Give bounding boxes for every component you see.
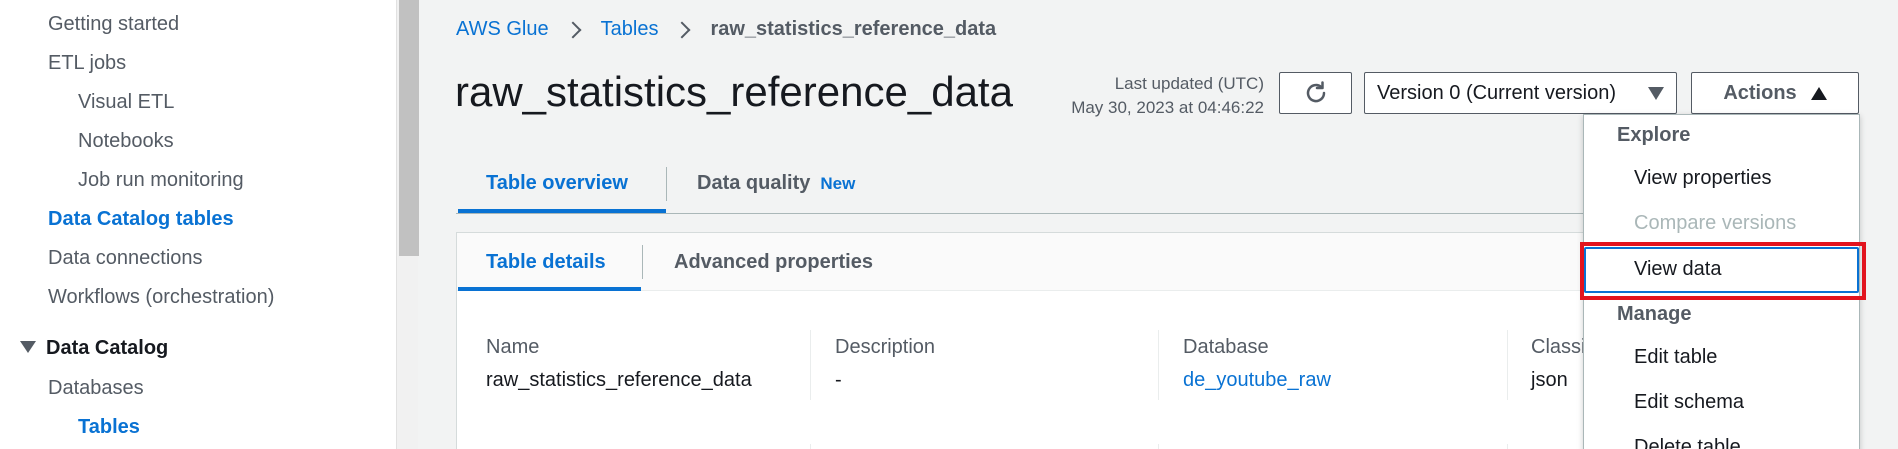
column-divider bbox=[1158, 330, 1159, 400]
menu-item-delete-table[interactable]: Delete table bbox=[1634, 436, 1741, 449]
panel-header bbox=[457, 233, 1585, 291]
tabs-border bbox=[456, 213, 1583, 214]
caret-down-icon bbox=[20, 340, 36, 353]
version-select-label: Version 0 (Current version) bbox=[1377, 81, 1616, 104]
tab-data-quality-label: Data quality bbox=[697, 172, 811, 194]
last-updated: Last updated (UTC) May 30, 2023 at 04:46… bbox=[1030, 72, 1264, 120]
breadcrumb-current: raw_statistics_reference_data bbox=[710, 18, 997, 40]
classification-value: json bbox=[1531, 369, 1568, 391]
column-divider bbox=[1507, 444, 1508, 449]
page-title: raw_statistics_reference_data bbox=[455, 68, 1013, 115]
name-label: Name bbox=[486, 336, 540, 358]
sidebar-item-data-connections[interactable]: Data connections bbox=[48, 247, 203, 270]
refresh-button[interactable] bbox=[1279, 72, 1352, 114]
actions-button-label: Actions bbox=[1723, 81, 1797, 104]
sidebar-section-label: Data Catalog bbox=[46, 337, 169, 359]
breadcrumb: AWS Glue Tables raw_statistics_reference… bbox=[456, 18, 996, 41]
sidebar-item-etl-jobs[interactable]: ETL jobs bbox=[48, 52, 126, 75]
subtab-divider bbox=[642, 245, 643, 279]
last-updated-label: Last updated (UTC) bbox=[1114, 74, 1264, 93]
sidebar-item-getting-started[interactable]: Getting started bbox=[48, 13, 179, 36]
actions-button[interactable]: Actions bbox=[1691, 72, 1859, 114]
column-divider bbox=[810, 444, 811, 449]
subtab-advanced-properties[interactable]: Advanced properties bbox=[674, 251, 873, 274]
menu-group-explore: Explore bbox=[1617, 124, 1691, 146]
menu-item-compare-versions: Compare versions bbox=[1634, 212, 1797, 234]
sidebar-item-notebooks[interactable]: Notebooks bbox=[78, 130, 174, 153]
column-divider bbox=[1158, 444, 1159, 449]
sidebar-item-tables[interactable]: Tables bbox=[78, 416, 140, 439]
sidebar: Getting started ETL jobs Visual ETL Note… bbox=[0, 0, 396, 449]
breadcrumb-tables[interactable]: Tables bbox=[601, 18, 659, 41]
sidebar-item-visual-etl[interactable]: Visual ETL bbox=[78, 91, 174, 114]
subtab-table-details[interactable]: Table details bbox=[486, 251, 606, 274]
sidebar-item-job-run-monitoring[interactable]: Job run monitoring bbox=[78, 169, 244, 192]
view-data-highlight bbox=[1580, 242, 1866, 300]
tab-divider bbox=[666, 167, 667, 201]
caret-down-icon bbox=[1648, 86, 1664, 100]
menu-group-manage: Manage bbox=[1617, 303, 1692, 325]
caret-up-icon bbox=[1810, 86, 1827, 100]
new-badge: New bbox=[820, 174, 856, 193]
chevron-right-icon bbox=[564, 21, 582, 38]
column-divider bbox=[1507, 330, 1508, 400]
name-value: raw_statistics_reference_data bbox=[486, 369, 752, 391]
last-updated-value: May 30, 2023 at 04:46:22 bbox=[1071, 98, 1264, 117]
chevron-right-icon bbox=[673, 21, 691, 38]
sidebar-item-data-catalog-tables[interactable]: Data Catalog tables bbox=[48, 208, 234, 231]
version-select[interactable]: Version 0 (Current version) bbox=[1364, 72, 1677, 114]
tab-active-indicator bbox=[458, 209, 666, 213]
description-value: - bbox=[835, 369, 842, 391]
sidebar-section-data-catalog[interactable]: Data Catalog bbox=[20, 337, 168, 360]
column-divider bbox=[810, 330, 811, 400]
menu-item-edit-schema[interactable]: Edit schema bbox=[1634, 391, 1744, 414]
breadcrumb-aws-glue[interactable]: AWS Glue bbox=[456, 18, 549, 41]
menu-item-view-properties[interactable]: View properties bbox=[1634, 167, 1771, 190]
refresh-icon bbox=[1306, 81, 1325, 103]
sidebar-item-workflows[interactable]: Workflows (orchestration) bbox=[48, 286, 274, 309]
description-label: Description bbox=[835, 336, 936, 358]
sidebar-item-databases[interactable]: Databases bbox=[48, 377, 144, 400]
sidebar-scroll-thumb[interactable] bbox=[399, 0, 419, 256]
tab-data-quality[interactable]: Data quality New bbox=[697, 172, 855, 195]
database-label: Database bbox=[1183, 336, 1269, 358]
tab-table-overview[interactable]: Table overview bbox=[486, 172, 628, 195]
menu-item-edit-table[interactable]: Edit table bbox=[1634, 346, 1717, 369]
subtab-active-indicator bbox=[458, 287, 641, 291]
database-link[interactable]: de_youtube_raw bbox=[1183, 369, 1331, 392]
